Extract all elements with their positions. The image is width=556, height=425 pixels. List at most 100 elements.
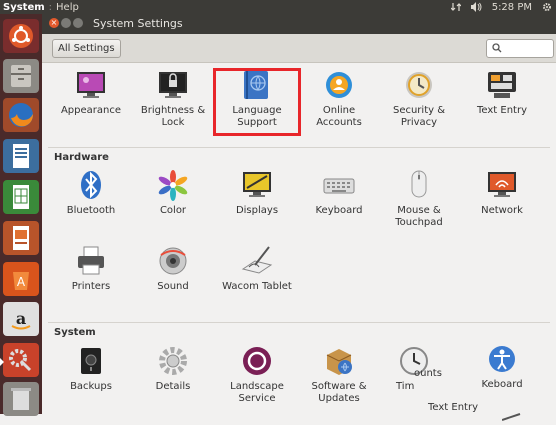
- details-item[interactable]: Details: [138, 345, 208, 393]
- mouse-icon: [403, 169, 435, 201]
- online-accounts-item[interactable]: Online Accounts: [304, 69, 374, 129]
- network-label: Network: [481, 205, 523, 216]
- backups-label: Backups: [70, 381, 112, 392]
- displays-label: Displays: [235, 205, 279, 216]
- color-label: Color: [159, 205, 187, 216]
- launcher-dash-icon[interactable]: [3, 19, 39, 53]
- printer-icon: [75, 245, 107, 277]
- volume-icon[interactable]: [470, 2, 482, 12]
- svg-text:a: a: [16, 309, 26, 328]
- hardware-heading: Hardware: [54, 152, 109, 163]
- launcher-settings-icon[interactable]: [3, 343, 39, 377]
- software-updates-label: Software & Updates: [311, 381, 367, 404]
- global-menu: System : Help: [0, 2, 79, 13]
- indicators: 5:28 PM: [450, 0, 552, 14]
- security-privacy-item[interactable]: Security & Privacy: [384, 69, 454, 129]
- search-input[interactable]: [486, 39, 554, 58]
- selection-highlight: [213, 68, 301, 136]
- displays-icon: [241, 169, 273, 201]
- brightness-lock-icon: [157, 69, 189, 101]
- top-panel: System : Help 5:28 PM: [0, 0, 556, 14]
- overlay-text-entry-text: Text Entry: [428, 402, 479, 413]
- search-icon: [492, 43, 502, 53]
- wacom-tablet-label: Wacom Tablet: [222, 281, 292, 292]
- launcher-software-center-icon[interactable]: A: [3, 262, 39, 296]
- printers-item[interactable]: Printers: [56, 245, 126, 293]
- text-entry-item[interactable]: Text Entry: [467, 69, 537, 117]
- printers-label: Printers: [71, 281, 111, 292]
- network-icon: [486, 169, 518, 201]
- pen-icon: [501, 406, 522, 425]
- details-label: Details: [155, 381, 191, 392]
- launcher-calc-icon[interactable]: [3, 180, 39, 214]
- security-privacy-icon: [403, 69, 435, 101]
- launcher-files-icon[interactable]: [3, 59, 39, 93]
- landscape-icon: [241, 345, 273, 377]
- bluetooth-item[interactable]: Bluetooth: [56, 169, 126, 217]
- network-icon[interactable]: [450, 2, 461, 12]
- launcher-impress-icon[interactable]: [3, 221, 39, 255]
- launcher-firefox-icon[interactable]: [3, 98, 39, 132]
- color-item[interactable]: Color: [138, 169, 208, 217]
- brightness-lock-item[interactable]: Brightness & Lock: [138, 69, 208, 129]
- text-entry-icon: [486, 69, 518, 101]
- bluetooth-label: Bluetooth: [66, 205, 116, 216]
- keyboard-label: Keyboard: [315, 205, 363, 216]
- mouse-touchpad-label: Mouse & Touchpad: [395, 205, 443, 228]
- bluetooth-icon: [75, 169, 107, 201]
- keyboard-access-label: Keboard: [481, 379, 523, 390]
- keyboard-access-item[interactable]: Keboard: [467, 343, 537, 391]
- network-item[interactable]: Network: [467, 169, 537, 217]
- sound-label: Sound: [157, 281, 189, 292]
- displays-item[interactable]: Displays: [222, 169, 292, 217]
- online-accounts-label: Online Accounts: [316, 105, 362, 128]
- all-settings-button[interactable]: All Settings: [52, 39, 121, 58]
- launcher-writer-icon[interactable]: [3, 139, 39, 173]
- software-updates-icon: [323, 345, 355, 377]
- backups-icon: [75, 345, 107, 377]
- menu-system[interactable]: System: [3, 2, 45, 13]
- sound-icon: [157, 245, 189, 277]
- toolbar: All Settings: [42, 34, 556, 63]
- clock[interactable]: 5:28 PM: [492, 2, 532, 13]
- details-gear-icon: [157, 345, 189, 377]
- software-updates-item[interactable]: Software & Updates: [304, 345, 374, 405]
- menu-help[interactable]: Help: [56, 2, 79, 13]
- window-title: System Settings: [93, 17, 183, 30]
- backups-item[interactable]: Backups: [56, 345, 126, 393]
- gear-icon[interactable]: [542, 2, 552, 12]
- mouse-touchpad-item[interactable]: Mouse & Touchpad: [384, 169, 454, 229]
- landscape-service-label: Landscape Service: [230, 381, 284, 404]
- wacom-tablet-icon: [241, 245, 273, 277]
- launcher-amazon-icon[interactable]: a: [3, 302, 39, 336]
- divider: [48, 147, 550, 148]
- divider: [48, 322, 550, 323]
- window-titlebar: × System Settings: [42, 14, 556, 34]
- time-date-label: Tim: [396, 381, 415, 392]
- settings-grid: Appearance Brightness & Lock Language Su…: [42, 63, 556, 421]
- minimize-icon[interactable]: [61, 18, 71, 28]
- keyboard-icon: [323, 169, 355, 201]
- landscape-service-item[interactable]: Landscape Service: [222, 345, 292, 405]
- keyboard-item[interactable]: Keyboard: [304, 169, 374, 217]
- appearance-icon: [75, 69, 107, 101]
- sound-item[interactable]: Sound: [138, 245, 208, 293]
- overlay-accounts-text: ounts: [414, 368, 442, 379]
- system-heading: System: [54, 327, 96, 338]
- appearance-label: Appearance: [60, 105, 122, 116]
- brightness-lock-label: Brightness & Lock: [140, 105, 206, 128]
- color-icon: [157, 169, 189, 201]
- maximize-icon[interactable]: [73, 18, 83, 28]
- online-accounts-icon: [323, 69, 355, 101]
- appearance-item[interactable]: Appearance: [56, 69, 126, 117]
- launcher-trash-icon[interactable]: [3, 382, 39, 416]
- universal-access-icon: [486, 343, 518, 375]
- security-privacy-label: Security & Privacy: [392, 105, 446, 128]
- launcher: A a: [0, 14, 42, 416]
- active-indicator-icon: [0, 358, 4, 366]
- menu-separator: :: [48, 1, 53, 13]
- text-entry-label: Text Entry: [476, 105, 527, 116]
- wacom-tablet-item[interactable]: Wacom Tablet: [222, 245, 292, 293]
- close-icon[interactable]: ×: [49, 18, 59, 28]
- svg-text:A: A: [17, 275, 26, 289]
